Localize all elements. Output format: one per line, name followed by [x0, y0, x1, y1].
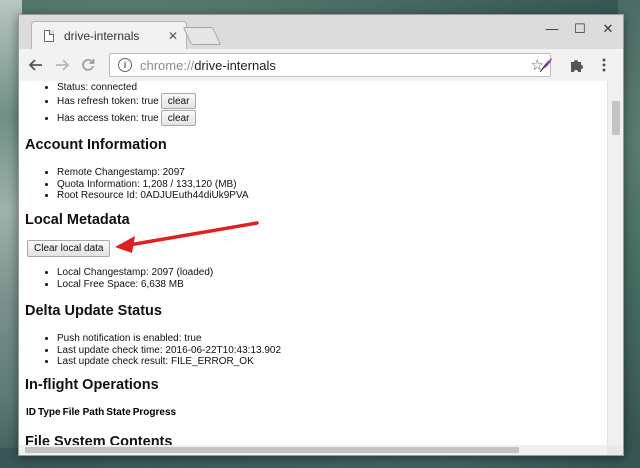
- file-system-contents-heading: File System Contents: [25, 434, 173, 445]
- feather-extension-icon[interactable]: [535, 54, 557, 76]
- delta-update-status-list: Push notification is enabled: true Last …: [25, 333, 281, 368]
- account-information-heading: Account Information: [25, 137, 167, 153]
- list-item: Remote Changestamp: 2097: [57, 167, 249, 179]
- reload-icon[interactable]: [75, 52, 101, 78]
- delta-update-status-heading: Delta Update Status: [25, 303, 162, 319]
- list-item: Local Changestamp: 2097 (loaded): [57, 267, 213, 279]
- page-content: Status: connected Has refresh token: tru…: [19, 81, 607, 445]
- title-bar: drive-internals ✕ — ☐ ✕: [19, 15, 623, 49]
- browser-toolbar: i chrome://drive-internals ☆: [19, 49, 623, 82]
- in-flight-operations-table: ID Type File Path State Progress: [25, 407, 177, 418]
- address-bar[interactable]: i chrome://drive-internals ☆: [109, 53, 551, 77]
- list-item: Has access token: trueclear: [57, 110, 197, 127]
- page-icon: [44, 29, 54, 42]
- column-state: State: [106, 407, 131, 418]
- horizontal-scrollbar[interactable]: [19, 445, 607, 455]
- list-item: Push notification is enabled: true: [57, 333, 281, 345]
- maximize-button[interactable]: ☐: [569, 21, 591, 37]
- info-icon[interactable]: i: [118, 58, 132, 72]
- vertical-scroll-thumb[interactable]: [612, 101, 620, 135]
- menu-icon[interactable]: [593, 54, 615, 76]
- tab-drive-internals[interactable]: drive-internals ✕: [31, 21, 187, 49]
- local-metadata-heading: Local Metadata: [25, 212, 130, 228]
- status-list: Status: connected Has refresh token: tru…: [25, 82, 197, 127]
- url-text: chrome://drive-internals: [140, 57, 276, 73]
- local-metadata-list: Local Changestamp: 2097 (loaded) Local F…: [25, 267, 213, 290]
- column-progress: Progress: [132, 407, 177, 418]
- clear-refresh-token-button[interactable]: clear: [160, 93, 197, 110]
- tab-title: drive-internals: [64, 28, 140, 43]
- clear-access-token-button[interactable]: clear: [160, 110, 197, 127]
- minimize-button[interactable]: —: [541, 21, 563, 36]
- account-information-list: Remote Changestamp: 2097 Quota Informati…: [25, 167, 249, 202]
- scrollbar-corner: [607, 445, 623, 455]
- puzzle-extension-icon[interactable]: [565, 54, 587, 76]
- column-type: Type: [38, 407, 61, 418]
- close-window-button[interactable]: ✕: [597, 21, 619, 37]
- back-icon[interactable]: [23, 52, 49, 78]
- forward-icon[interactable]: [49, 52, 75, 78]
- list-item: Local Free Space: 6,638 MB: [57, 279, 213, 291]
- list-item: Has refresh token: trueclear: [57, 93, 197, 110]
- column-id: ID: [26, 407, 36, 418]
- column-file-path: File Path: [62, 407, 105, 418]
- vertical-scrollbar[interactable]: [607, 81, 623, 445]
- list-item: Status: connected: [57, 82, 196, 93]
- new-tab-button[interactable]: [182, 27, 222, 45]
- tab-close-icon[interactable]: ✕: [168, 29, 178, 43]
- list-item: Last update check result: FILE_ERROR_OK: [57, 356, 281, 368]
- in-flight-operations-heading: In-flight Operations: [25, 377, 159, 393]
- list-item: Quota Information: 1,208 / 133,120 (MB): [57, 179, 249, 191]
- table-header-row: ID Type File Path State Progress: [25, 407, 177, 418]
- list-item: Root Resource Id: 0ADJUEuth44diUk9PVA: [57, 190, 249, 202]
- browser-window: drive-internals ✕ — ☐ ✕ i chrome://drive…: [18, 14, 624, 456]
- clear-local-data-button[interactable]: Clear local data: [27, 240, 111, 257]
- list-item: Last update check time: 2016-06-22T10:43…: [57, 345, 281, 357]
- horizontal-scroll-thumb[interactable]: [25, 447, 519, 453]
